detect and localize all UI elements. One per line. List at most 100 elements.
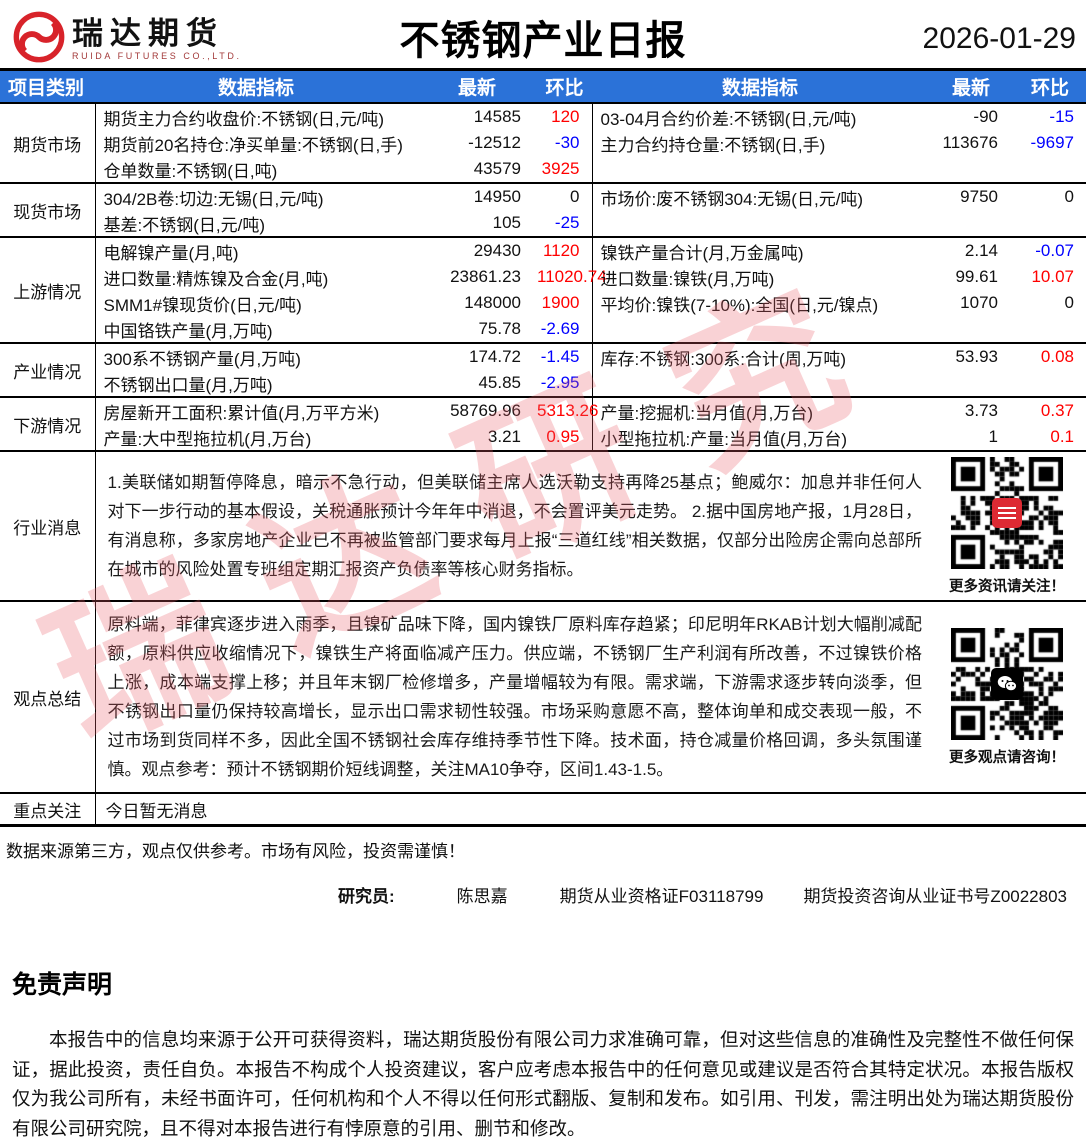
change-left: -25 xyxy=(537,210,593,237)
col-header-change-left: 环比 xyxy=(537,69,592,103)
indicator-left: 300系不锈钢产量(月,万吨) xyxy=(95,342,417,370)
key-focus-text: 今日暂无消息 xyxy=(95,792,1086,826)
change-right xyxy=(1014,316,1086,343)
change-left: -1.45 xyxy=(537,342,593,370)
latest-left: 174.72 xyxy=(417,342,537,370)
category-label: 现货市场 xyxy=(0,182,96,237)
industry-news-qr-code xyxy=(951,456,1063,569)
indicator-left: 房屋新开工面积:累计值(月,万平方米) xyxy=(95,396,417,424)
change-left: 0 xyxy=(537,182,593,210)
change-left: -2.69 xyxy=(537,316,593,343)
researcher-line: 研究员: 陈思嘉 期货从业资格证F03118799 期货投资咨询从业证书号Z00… xyxy=(338,882,1086,907)
change-left: -30 xyxy=(537,130,593,156)
indicator-left: 仓单数量:不锈钢(日,吨) xyxy=(103,161,278,181)
researcher-label: 研究员: xyxy=(338,887,395,906)
col-header-change-right: 环比 xyxy=(1014,69,1086,103)
report-header: 瑞达期货 RUIDA FUTURES CO.,LTD. 不锈钢产业日报 2026… xyxy=(0,0,1086,68)
latest-right: 3.73 xyxy=(928,396,1014,424)
latest-right xyxy=(928,210,1014,237)
latest-left: 148000 xyxy=(464,293,521,312)
latest-left: 23861.23 xyxy=(450,267,521,286)
researcher-cert1: 期货从业资格证F03118799 xyxy=(559,887,764,906)
change-right xyxy=(1014,156,1086,183)
indicator-left: 进口数量:精炼镍及合金(月,吨) xyxy=(103,269,329,289)
indicator-right xyxy=(592,156,928,183)
table-row: 产业情况 300系不锈钢产量(月,万吨) 174.72 -1.45 库存:不锈钢:300… xyxy=(0,342,1086,397)
col-header-indicator-right: 数据指标 xyxy=(592,69,928,103)
col-header-latest-right: 最新 xyxy=(928,69,1014,103)
opinion-summary-qr-code xyxy=(951,627,1063,740)
col-header-category: 项目类别 xyxy=(0,69,95,103)
daily-data-table: 项目类别 数据指标 最新 环比 数据指标 最新 环比 期货市场 期货主力合约收盘价… xyxy=(0,68,1086,827)
table-row: 下游情况 房屋新开工面积:累计值(月,万平方米) 58769.96 5313.26 产量… xyxy=(0,396,1086,451)
indicator-right: 镍铁产量合计(月,万金属吨) xyxy=(592,236,928,264)
col-header-indicator-left: 数据指标 xyxy=(95,69,417,103)
table-row: 仓单数量:不锈钢(日,吨) 43579 3925 xyxy=(0,156,1086,183)
industry-news-row: 行业消息 1.美联储如期暂停降息，暗示不急行动，但美联储主席人选沃勒支持再降25基… xyxy=(0,450,1086,601)
indicator-right: 库存:不锈钢:300系:合计(周,万吨) xyxy=(592,342,928,370)
opinion-summary-qr-caption: 更多观点请咨询！ xyxy=(949,749,1065,766)
change-right: 10.07 xyxy=(1031,267,1074,286)
latest-left: -12512 xyxy=(468,133,521,152)
latest-right: 53.93 xyxy=(928,342,1014,370)
report-date: 2026-01-29 xyxy=(922,22,1076,55)
change-right: -15 xyxy=(1014,102,1086,130)
indicator-left: 基差:不锈钢(日,元/吨) xyxy=(103,215,266,235)
table-row: 进口数量:精炼镍及合金(月,吨) 23861.23 11020.74 进口数量:镍铁(… xyxy=(0,264,1086,290)
latest-right xyxy=(928,370,1014,397)
key-focus-row: 重点关注 今日暂无消息 xyxy=(0,792,1086,826)
category-label: 重点关注 xyxy=(0,792,96,826)
opinion-summary-row: 观点总结 原料端，菲律宾逐步进入雨季，且镍矿品味下降，国内镍铁厂原料库存趋紧；印尼… xyxy=(0,600,1086,793)
disclaimer-title: 免责声明 xyxy=(12,971,113,999)
indicator-left: 期货前20名持仓:净买单量:不锈钢(日,手) xyxy=(103,135,403,155)
category-label: 期货市场 xyxy=(0,102,96,183)
opinion-summary-text: 原料端，菲律宾逐步进入雨季，且镍矿品味下降，国内镍铁厂原料库存趋紧；印尼明年RK… xyxy=(107,615,923,779)
latest-left: 14585 xyxy=(417,102,537,130)
change-right: -9697 xyxy=(1030,133,1074,152)
change-right: 0.37 xyxy=(1014,396,1086,424)
industry-news-text: 1.美联储如期暂停降息，暗示不急行动，但美联储主席人选沃勒支持再降25基点；鲍威… xyxy=(107,473,923,579)
latest-left: 45.85 xyxy=(478,373,521,392)
latest-right: 1070 xyxy=(960,293,998,312)
latest-right xyxy=(928,316,1014,343)
indicator-right: 产量:挖掘机:当月值(月,万台) xyxy=(592,396,928,424)
latest-right: 99.61 xyxy=(955,267,998,286)
category-label: 产业情况 xyxy=(0,342,96,397)
change-left: 1120 xyxy=(537,236,593,264)
latest-left: 43579 xyxy=(473,159,521,178)
latest-left: 75.78 xyxy=(478,319,521,338)
indicator-right xyxy=(592,316,928,343)
table-row: 现货市场 304/2B卷:切边:无锡(日,元/吨) 14950 0 市场价:废不锈钢30… xyxy=(0,182,1086,237)
latest-left: 105 xyxy=(492,213,521,232)
category-label: 上游情况 xyxy=(0,236,96,343)
change-left: 120 xyxy=(537,102,593,130)
latest-right: 2.14 xyxy=(928,236,1014,264)
change-right xyxy=(1014,210,1086,237)
indicator-left: 期货主力合约收盘价:不锈钢(日,元/吨) xyxy=(95,102,417,130)
indicator-right: 平均价:镍铁(7-10%):全国(日,元/镍点) xyxy=(600,295,879,315)
category-label: 观点总结 xyxy=(0,600,96,793)
latest-left: 58769.96 xyxy=(417,396,537,424)
latest-left: 29430 xyxy=(417,236,537,264)
category-label: 下游情况 xyxy=(0,396,96,451)
table-row: 期货前20名持仓:净买单量:不锈钢(日,手) -12512 -30 主力合约持仓量:不… xyxy=(0,130,1086,156)
indicator-right: 主力合约持仓量:不锈钢(日,手) xyxy=(600,135,826,155)
indicator-left: SMM1#镍现货价(日,元/吨) xyxy=(103,295,302,315)
indicator-left: 304/2B卷:切边:无锡(日,元/吨) xyxy=(95,182,417,210)
change-left: 11020.74 xyxy=(537,264,607,290)
latest-right: 1 xyxy=(988,427,998,446)
col-header-latest-left: 最新 xyxy=(417,69,537,103)
change-right: -0.07 xyxy=(1014,236,1086,264)
latest-right: 113676 xyxy=(942,133,998,152)
change-left: 1900 xyxy=(537,290,593,316)
indicator-right: 进口数量:镍铁(月,万吨) xyxy=(600,269,775,289)
latest-left: 3.21 xyxy=(487,427,521,446)
indicator-right xyxy=(592,370,928,397)
table-row: SMM1#镍现货价(日,元/吨) 148000 1900 平均价:镍铁(7-10%):… xyxy=(0,290,1086,316)
latest-right: -90 xyxy=(928,102,1014,130)
source-note: 数据来源第三方，观点仅供参考。市场有风险，投资需谨慎！ xyxy=(6,842,465,861)
table-row: 产量:大中型拖拉机(月,万台) 3.21 0.95 小型拖拉机:产量:当月值(月,万台… xyxy=(0,424,1086,451)
table-header-row: 项目类别 数据指标 最新 环比 数据指标 最新 环比 xyxy=(0,69,1086,103)
opinion-summary-cell: 原料端，菲律宾逐步进入雨季，且镍矿品味下降，国内镍铁厂原料库存趋紧；印尼明年RK… xyxy=(95,600,1086,793)
change-left: -2.95 xyxy=(537,370,593,397)
